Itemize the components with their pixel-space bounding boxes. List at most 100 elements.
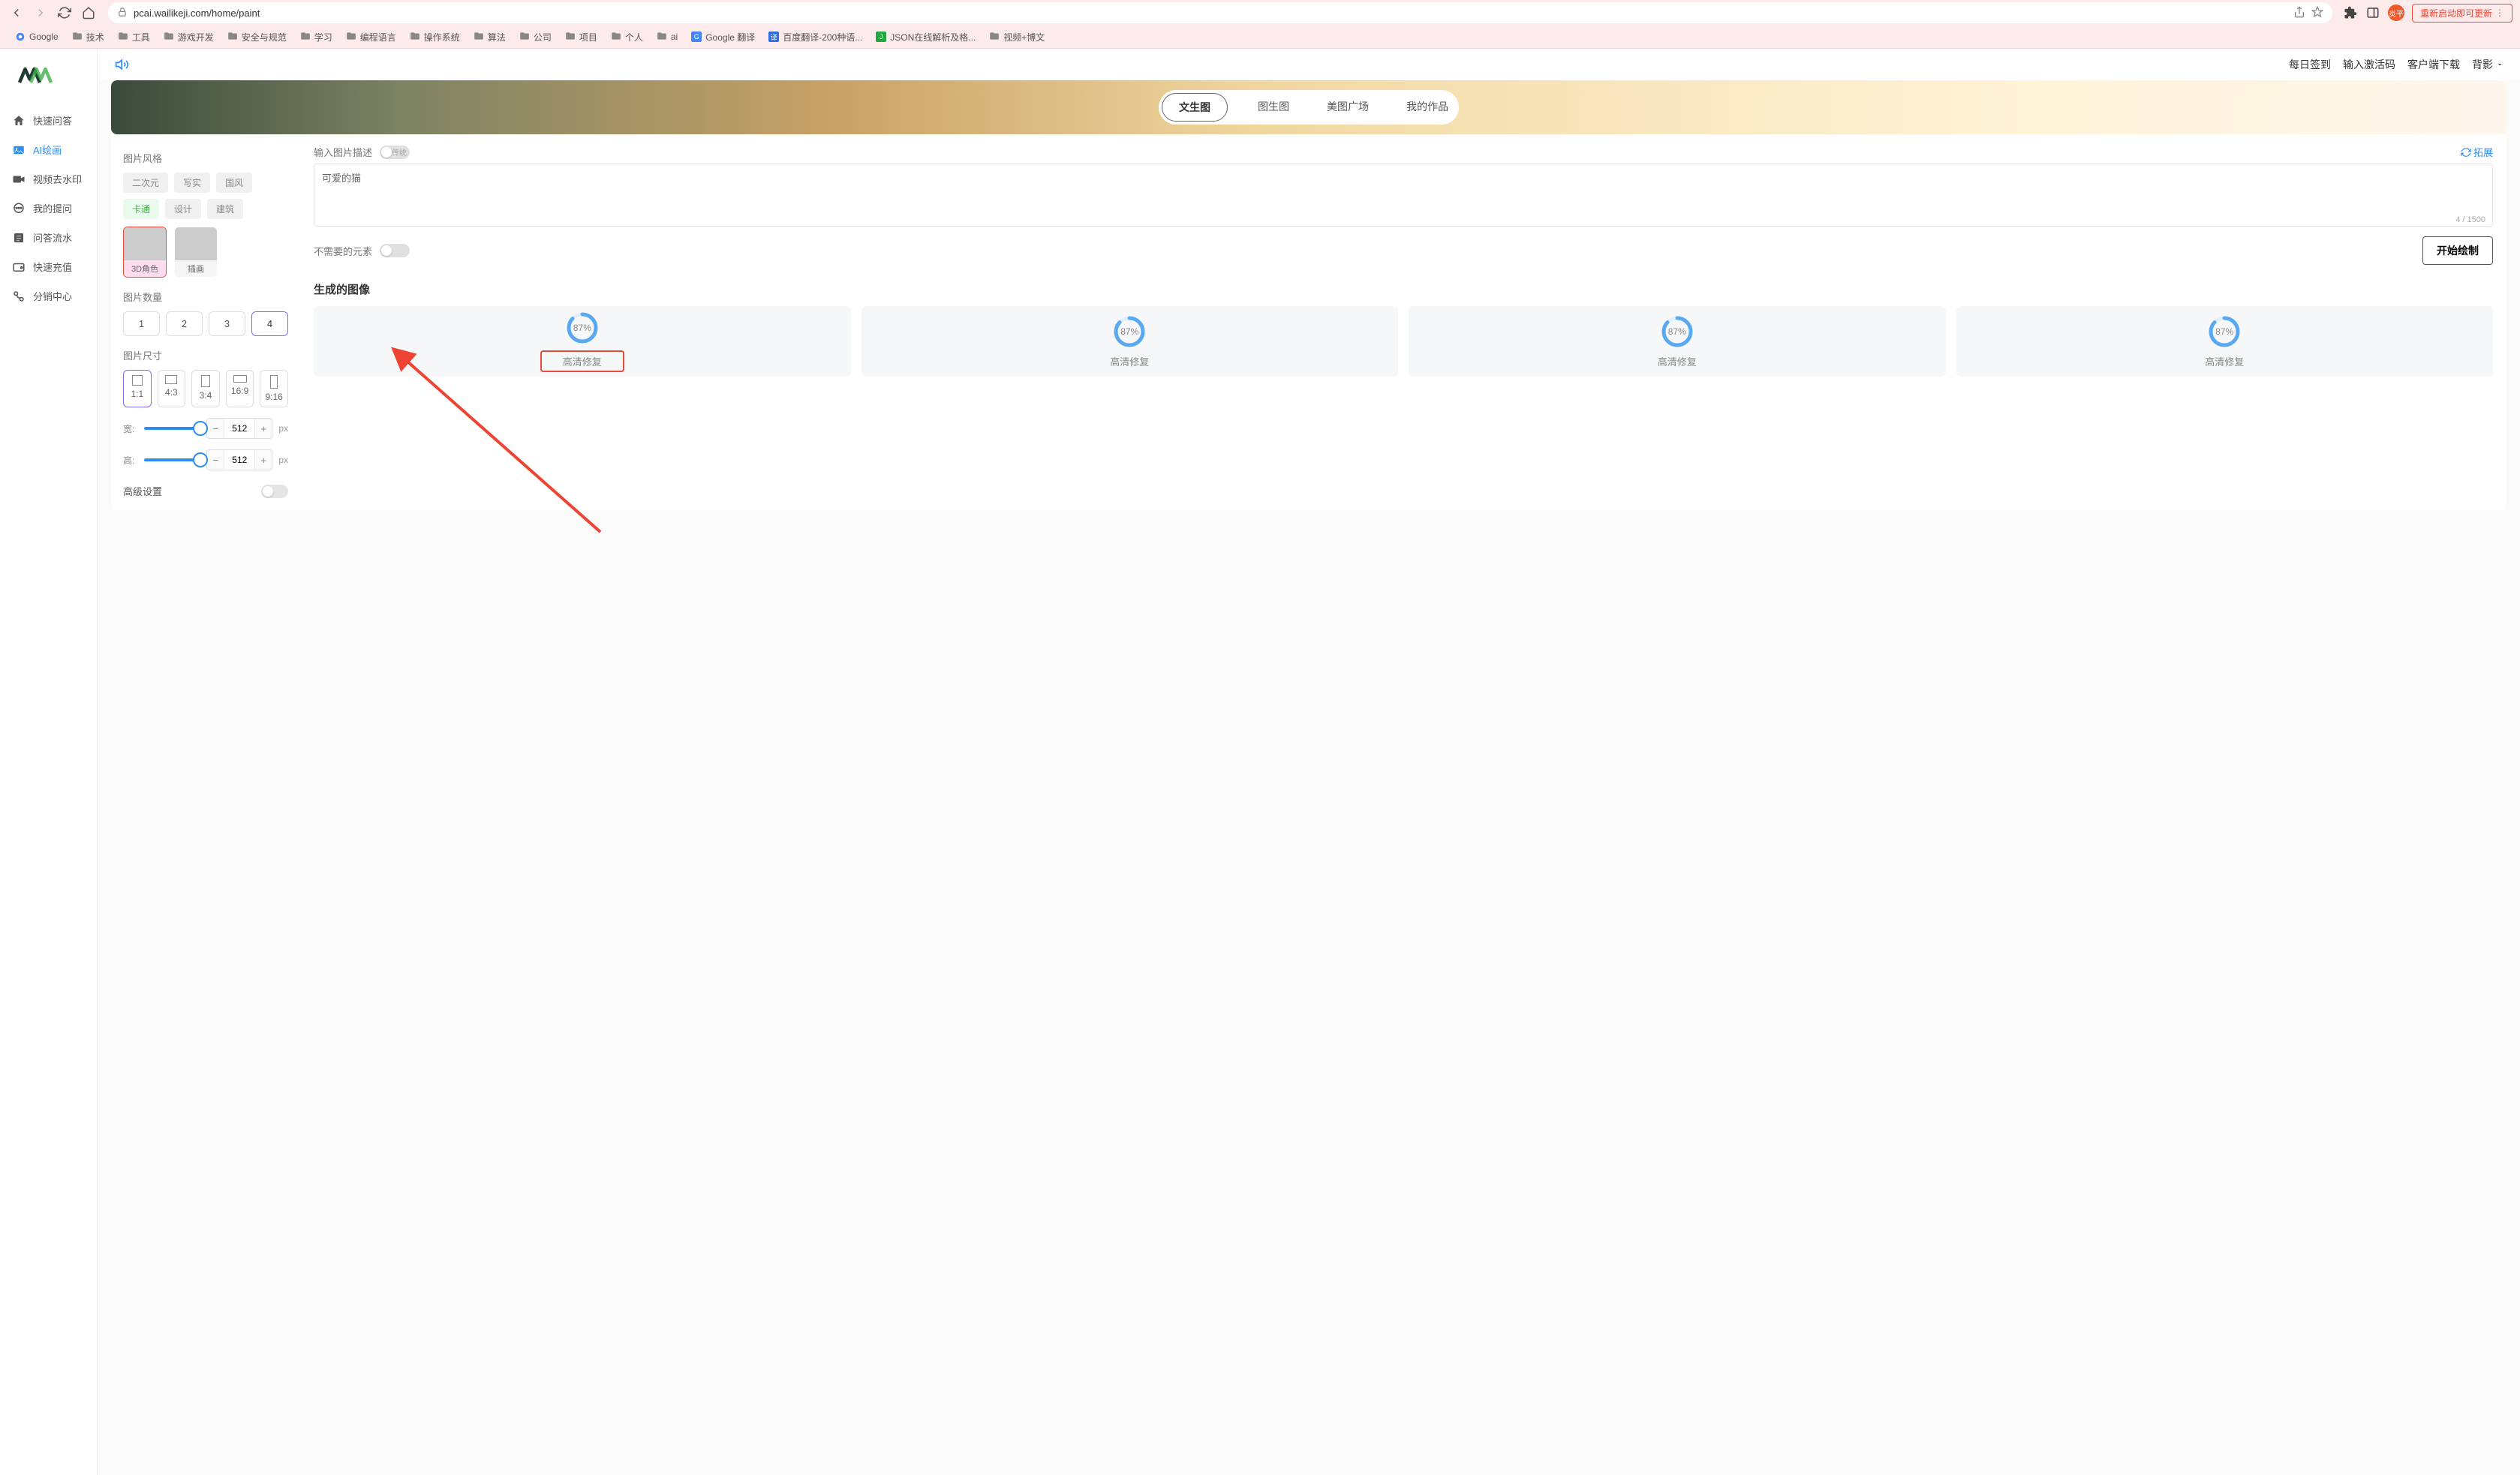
aspect-icon [270, 375, 278, 389]
bookmark-item[interactable]: 学习 [294, 29, 338, 45]
count-1[interactable]: 1 [123, 311, 160, 336]
count-3[interactable]: 3 [209, 311, 245, 336]
bookmark-item[interactable]: 项目 [559, 29, 603, 45]
result-card[interactable]: 87%高清修复 [862, 306, 1399, 377]
bookmark-item[interactable]: GGoogle 翻译 [685, 29, 761, 45]
generate-button[interactable]: 开始绘制 [2422, 236, 2493, 265]
extensions-icon[interactable] [2343, 5, 2358, 20]
height-stepper[interactable]: −+ [206, 449, 272, 470]
style-chip-realistic[interactable]: 写实 [174, 173, 210, 193]
home-button[interactable] [80, 4, 98, 22]
bookmark-item[interactable]: 游戏开发 [158, 29, 220, 45]
tab-img2img[interactable]: 图生图 [1250, 93, 1297, 122]
bookmark-label: 算法 [488, 31, 506, 44]
size-title: 图片尺寸 [123, 348, 288, 362]
size-label: 9:16 [265, 392, 282, 402]
tab-gallery[interactable]: 美图广场 [1319, 93, 1376, 122]
restart-button[interactable]: 重新启动即可更新⋮ [2412, 4, 2512, 23]
count-title: 图片数量 [123, 290, 288, 304]
bookmark-item[interactable]: 安全与规范 [221, 29, 293, 45]
style-chip-architecture[interactable]: 建筑 [207, 199, 243, 219]
style-chip-cartoon[interactable]: 卡通 [123, 199, 159, 219]
sidebar-item-image[interactable]: AI绘画 [0, 135, 97, 164]
sidebar-item-list[interactable]: 问答流水 [0, 223, 97, 252]
bookmark-label: 游戏开发 [178, 31, 214, 44]
tab-text2img[interactable]: 文生图 [1162, 93, 1228, 122]
result-card[interactable]: 87%高清修复 [314, 306, 851, 377]
bookmark-item[interactable]: 编程语言 [340, 29, 402, 45]
tab-myworks[interactable]: 我的作品 [1399, 93, 1456, 122]
style-chip-chinese[interactable]: 国风 [216, 173, 252, 193]
bookmark-item[interactable]: 工具 [112, 29, 156, 45]
sidebar-item-chat[interactable]: 我的提问 [0, 194, 97, 223]
bookmark-label: 技术 [86, 31, 104, 44]
width-plus[interactable]: + [255, 419, 272, 438]
bookmark-item[interactable]: 视频+博文 [983, 29, 1051, 45]
folder-icon [300, 31, 311, 44]
bookmark-item[interactable]: ai [651, 29, 684, 45]
width-minus[interactable]: − [207, 419, 224, 438]
height-input[interactable] [224, 450, 255, 470]
prompt-input[interactable] [314, 164, 2493, 227]
height-plus[interactable]: + [255, 450, 272, 470]
bookmark-item[interactable]: Google [9, 29, 65, 45]
url-bar[interactable]: pcai.wailikeji.com/home/paint [108, 2, 2332, 23]
sidebar: 快速问答AI绘画视频去水印我的提问问答流水快速充值分销中心 [0, 49, 98, 1475]
bookmark-item[interactable]: 算法 [468, 29, 512, 45]
bookmark-item[interactable]: 技术 [66, 29, 110, 45]
star-icon[interactable] [2311, 6, 2323, 20]
style-thumb-3d[interactable]: 3D角色 [123, 227, 167, 278]
folder-icon [227, 31, 238, 44]
count-2[interactable]: 2 [166, 311, 203, 336]
height-minus[interactable]: − [207, 450, 224, 470]
panel-icon[interactable] [2365, 5, 2380, 20]
size-4-3[interactable]: 4:3 [158, 370, 186, 407]
size-1-1[interactable]: 1:1 [123, 370, 152, 407]
bookmark-item[interactable]: 操作系统 [404, 29, 466, 45]
back-button[interactable] [8, 4, 26, 22]
progress-ring: 87% [1113, 315, 1146, 348]
style-thumb-illustration[interactable]: 插画 [174, 227, 218, 278]
style-chip-anime[interactable]: 二次元 [123, 173, 168, 193]
checkin-link[interactable]: 每日签到 [2289, 57, 2331, 72]
activation-link[interactable]: 输入激活码 [2343, 57, 2395, 72]
bookmark-item[interactable]: JJSON在线解析及格... [870, 29, 982, 45]
sidebar-item-share[interactable]: 分销中心 [0, 281, 97, 311]
size-3-4[interactable]: 3:4 [191, 370, 220, 407]
bookmark-label: 工具 [132, 31, 150, 44]
background-dropdown[interactable]: 背影 [2472, 57, 2503, 72]
size-label: 16:9 [231, 386, 248, 396]
results-title: 生成的图像 [314, 281, 2493, 297]
negative-toggle[interactable] [380, 244, 410, 257]
avatar[interactable]: 炎平 [2388, 5, 2404, 21]
count-4[interactable]: 4 [251, 311, 288, 336]
bookmark-item[interactable]: 公司 [513, 29, 558, 45]
height-slider[interactable] [144, 458, 200, 461]
result-card[interactable]: 87%高清修复 [1956, 306, 2494, 377]
width-input[interactable] [224, 419, 255, 438]
reload-button[interactable] [56, 4, 74, 22]
sidebar-item-wallet[interactable]: 快速充值 [0, 252, 97, 281]
lock-icon [117, 7, 128, 20]
advanced-toggle[interactable] [261, 485, 288, 498]
result-card[interactable]: 87%高清修复 [1409, 306, 1946, 377]
download-link[interactable]: 客户端下载 [2407, 57, 2460, 72]
bookmark-item[interactable]: 译百度翻译-200种语... [762, 29, 868, 45]
folder-icon [657, 31, 667, 44]
expand-button[interactable]: 拓展 [2461, 145, 2493, 159]
width-stepper[interactable]: −+ [206, 418, 272, 439]
sidebar-item-video[interactable]: 视频去水印 [0, 164, 97, 194]
folder-icon [474, 31, 484, 44]
size-9-16[interactable]: 9:16 [260, 370, 288, 407]
sidebar-item-label: 分销中心 [33, 289, 72, 303]
sound-icon[interactable] [114, 56, 131, 73]
bookmark-item[interactable]: 个人 [605, 29, 649, 45]
mode-toggle[interactable]: 传统 [380, 146, 410, 159]
size-16-9[interactable]: 16:9 [226, 370, 254, 407]
width-slider[interactable] [144, 427, 200, 430]
forward-button[interactable] [32, 4, 50, 22]
share-icon[interactable] [2293, 6, 2305, 20]
sidebar-item-home[interactable]: 快速问答 [0, 106, 97, 135]
google-icon [15, 32, 26, 42]
style-chip-design[interactable]: 设计 [165, 199, 201, 219]
